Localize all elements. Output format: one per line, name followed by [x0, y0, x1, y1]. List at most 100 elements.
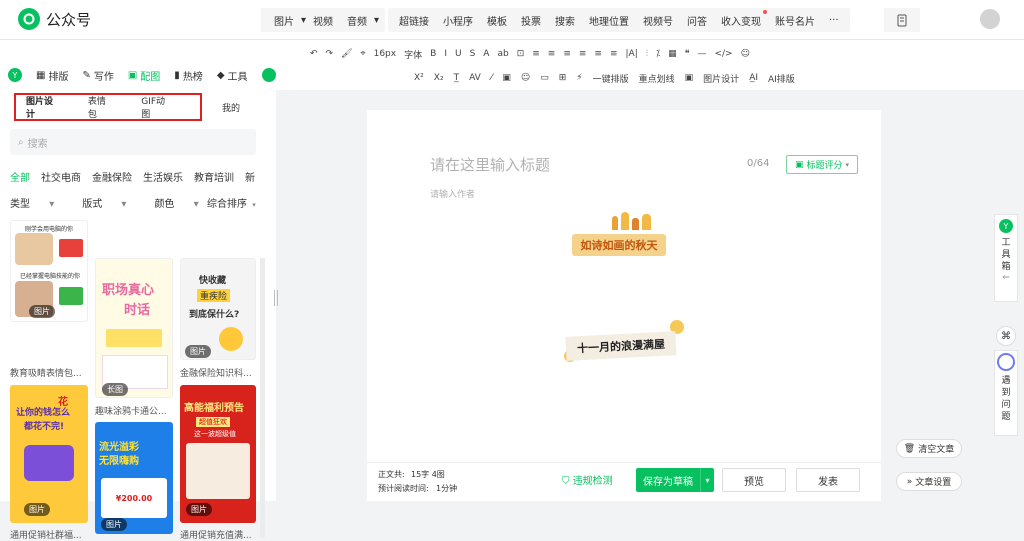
toolbar-button[interactable]: ▣	[502, 73, 511, 83]
toolbar-button[interactable]: ▣	[685, 73, 694, 83]
insert-menu-item[interactable]: 搜索	[555, 13, 575, 28]
template-card[interactable]: 快收藏 重疾险 到底保什么? 图片	[180, 258, 256, 360]
toolbar-button[interactable]: ⁄	[491, 73, 493, 83]
toolbar-button[interactable]: X²	[414, 73, 424, 83]
publish-button[interactable]: 发表	[796, 468, 860, 492]
category-education[interactable]: 教育培训	[194, 169, 234, 184]
toolbar-button[interactable]: ☺	[741, 49, 750, 59]
toolbar-button[interactable]: ≡	[579, 49, 587, 59]
toolbox-panel[interactable]: Y 工具箱 ⇐	[994, 214, 1018, 302]
tab-layout[interactable]: ▦ 排版	[36, 68, 68, 83]
toolbar-button[interactable]: 16px	[374, 49, 397, 59]
toolbar-button[interactable]: |A|	[626, 49, 638, 59]
author-input[interactable]: 请输入作者	[430, 187, 475, 200]
toolbar-button[interactable]: ≡	[532, 49, 540, 59]
clear-article-button[interactable]: 🗑 清空文章	[896, 439, 962, 458]
search-input[interactable]: ⌕ 搜索	[10, 129, 256, 155]
sidebar-scrollbar[interactable]	[260, 258, 265, 538]
sort-dropdown[interactable]: 综合排序 ▾	[207, 195, 256, 210]
category-finance[interactable]: 金融保险	[92, 169, 132, 184]
filter-type[interactable]: 类型 ▾	[10, 195, 68, 210]
toolbar-button[interactable]: X₂	[434, 73, 444, 83]
save-dropdown-button[interactable]: ▾	[700, 468, 714, 492]
tab-tools[interactable]: ◆ 工具	[217, 68, 248, 83]
toolbar-button[interactable]: 图片设计	[703, 72, 739, 85]
toolbar-button[interactable]: ≡	[563, 49, 571, 59]
toolbar-button[interactable]: AI排版	[768, 72, 795, 85]
toolbar-button[interactable]: ≡	[610, 49, 618, 59]
toolbar-button[interactable]: S	[470, 49, 476, 59]
subtab-gif[interactable]: GIF动图	[141, 94, 172, 120]
template-card[interactable]: 让你的钱怎么 花 都花不完! 图片	[10, 385, 88, 523]
toolbar-button[interactable]: ▦	[668, 49, 677, 59]
toolbar-button[interactable]: A̲I	[749, 73, 758, 83]
filter-format[interactable]: 版式 ▾	[82, 195, 140, 210]
panel-resize-handle[interactable]	[274, 290, 278, 306]
tab-images[interactable]: ▣ 配图	[128, 68, 160, 83]
template-card[interactable]: 刚学会用电脑的你 已经掌握电脑技能的你 图片	[10, 220, 88, 322]
violation-check-button[interactable]: ⛉ 违规检测	[562, 472, 613, 487]
autumn-banner[interactable]: 如诗如画的秋天	[572, 234, 666, 256]
toolbar-button[interactable]: B	[430, 49, 436, 59]
template-card[interactable]: 高能福利预告 超值狂欢 这一波超级值 图片	[180, 385, 256, 523]
category-social-commerce[interactable]: 社交电商	[41, 169, 81, 184]
media-menu-item[interactable]: 视频	[313, 13, 333, 28]
user-avatar[interactable]	[980, 9, 1000, 29]
toolbar-button[interactable]: ⊡	[517, 49, 525, 59]
community-icon[interactable]: ⌘	[996, 326, 1016, 346]
toolbar-button[interactable]: ≡	[548, 49, 556, 59]
y-logo-icon[interactable]: Y	[8, 68, 22, 82]
insert-menu-item[interactable]: 模板	[487, 13, 507, 28]
toolbar-button[interactable]: </>	[714, 49, 732, 59]
toolbar-button[interactable]: U	[455, 49, 462, 59]
template-card[interactable]: 流光溢彩 无限嗨购 ¥200.00 图片	[95, 422, 173, 534]
category-lifestyle[interactable]: 生活娱乐	[143, 169, 183, 184]
toolbar-button[interactable]: A	[483, 49, 489, 59]
insert-menu-item[interactable]: 问答	[687, 13, 707, 28]
insert-menu-item[interactable]: 投票	[521, 13, 541, 28]
toolbar-button[interactable]: 字体	[404, 48, 422, 61]
brand-logo[interactable]: 公众号	[18, 8, 91, 30]
title-input[interactable]: 请在这里输入标题	[430, 154, 550, 175]
preview-button[interactable]: 预览	[722, 468, 786, 492]
insert-menu-item[interactable]: 地理位置	[589, 13, 629, 28]
media-menu-item[interactable]: 音频	[347, 13, 367, 28]
toolbar-button[interactable]: 一键排版	[593, 72, 629, 85]
subtab-image-design[interactable]: 图片设计	[26, 94, 60, 120]
toolbar-button[interactable]: ▭	[540, 73, 549, 83]
insert-menu-item[interactable]: 视频号	[643, 13, 673, 28]
insert-menu-item[interactable]: 小程序	[443, 13, 473, 28]
toolbar-button[interactable]: ⫶	[646, 49, 648, 59]
toolbar-button[interactable]: T̲	[454, 73, 460, 83]
toolbar-button[interactable]: 重点划线	[639, 72, 675, 85]
toolbar-button[interactable]: ⊞	[559, 73, 567, 83]
green-toggle[interactable]	[261, 68, 276, 82]
subtab-mine[interactable]: 我的	[222, 101, 240, 114]
toolbar-button[interactable]: ⌖	[361, 49, 366, 59]
insert-menu-item[interactable]: 超链接	[399, 13, 429, 28]
insert-menu-item[interactable]: 账号名片	[775, 13, 815, 28]
category-new[interactable]: 新	[245, 169, 255, 184]
toolbar-button[interactable]: —	[697, 49, 706, 59]
phone-preview-button[interactable]	[884, 8, 920, 32]
toolbar-button[interactable]: ↷	[326, 49, 334, 59]
subtab-stickers[interactable]: 表情包	[88, 94, 113, 120]
toolbar-button[interactable]: ❝	[685, 49, 690, 59]
toolbar-button[interactable]: ↶	[310, 49, 318, 59]
filter-color[interactable]: 颜色 ▾	[154, 195, 212, 210]
article-settings-button[interactable]: » 文章设置	[896, 472, 962, 491]
toolbar-button[interactable]: ⚡	[576, 73, 582, 83]
tab-trending[interactable]: ▮ 热榜	[174, 68, 203, 83]
insert-menu-item[interactable]: ···	[829, 15, 839, 26]
insert-menu-item[interactable]: 收入变现	[721, 9, 767, 28]
category-all[interactable]: 全部	[10, 169, 30, 184]
template-card[interactable]: 职场真心 时话 长图	[95, 258, 173, 398]
media-menu-item[interactable]: 图片	[274, 13, 294, 28]
help-panel[interactable]: 遇到问题	[994, 350, 1018, 436]
toolbar-button[interactable]: ab	[497, 49, 508, 59]
toolbar-button[interactable]: ≡	[594, 49, 602, 59]
toolbar-button[interactable]: I	[444, 49, 447, 59]
title-score-button[interactable]: ▣ 标题评分 ▾	[786, 155, 858, 174]
toolbar-button[interactable]: 🖌	[341, 49, 352, 59]
toolbar-button[interactable]: ☺	[521, 73, 530, 83]
